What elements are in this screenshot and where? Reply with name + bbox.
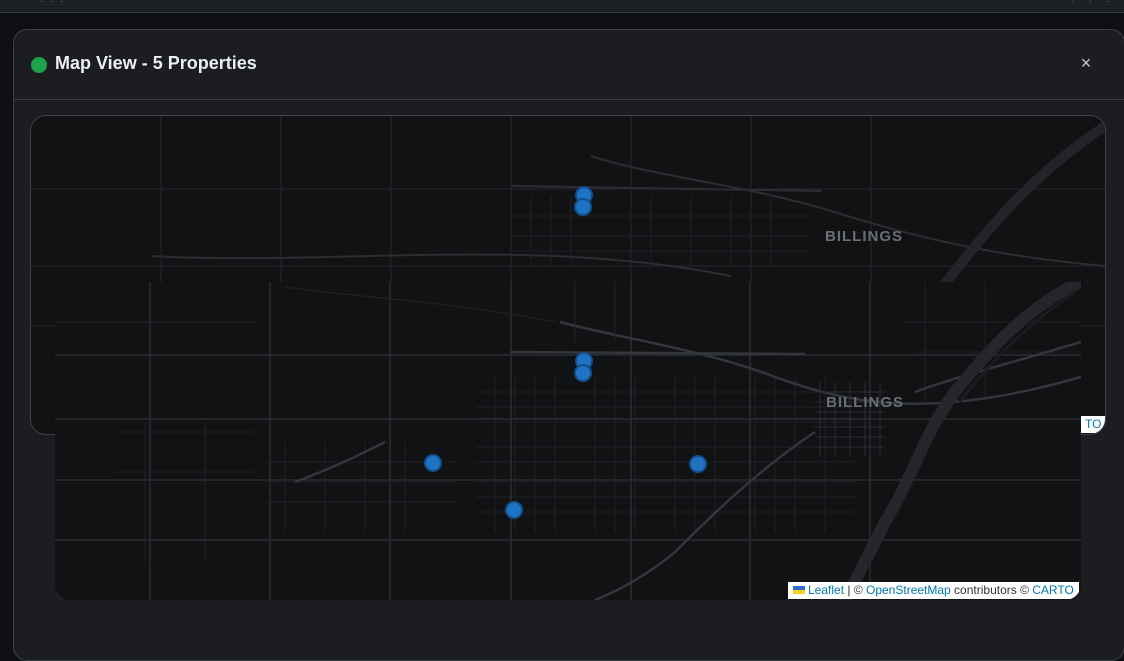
close-button[interactable]: × bbox=[1078, 52, 1094, 74]
property-marker[interactable] bbox=[574, 364, 592, 382]
browser-chrome: · · · · · · bbox=[0, 0, 1124, 13]
property-marker[interactable] bbox=[424, 454, 442, 472]
modal-title: Map View - 5 Properties bbox=[55, 53, 257, 73]
property-marker[interactable] bbox=[689, 455, 707, 473]
map-attribution: Leaflet | © OpenStreetMap contributors ©… bbox=[788, 582, 1079, 599]
status-dot-icon bbox=[31, 57, 47, 73]
openstreetmap-link[interactable]: OpenStreetMap bbox=[866, 583, 951, 597]
modal-header: Map View - 5 Properties × bbox=[14, 30, 1124, 100]
map-marker-ghost bbox=[574, 198, 592, 216]
attribution-contributors: contributors © bbox=[950, 583, 1033, 597]
leaflet-link[interactable]: Leaflet bbox=[808, 583, 844, 597]
attribution-separator: | © bbox=[844, 583, 866, 597]
ukraine-flag-icon bbox=[793, 586, 805, 594]
city-label-ghost: BILLINGS bbox=[825, 228, 903, 245]
city-label: BILLINGS bbox=[826, 394, 904, 411]
browser-controls-fragment: · · · bbox=[1070, 0, 1116, 7]
map-streets bbox=[55, 282, 1081, 600]
carto-link[interactable]: CARTO bbox=[1032, 583, 1074, 597]
property-marker[interactable] bbox=[505, 501, 523, 519]
attribution-fragment: TO bbox=[1081, 416, 1105, 433]
browser-address-fragment: · · · bbox=[40, 0, 66, 7]
carto-link-fragment[interactable]: TO bbox=[1085, 417, 1101, 431]
map-container[interactable]: BILLINGS Leaflet | © OpenStreetMap contr… bbox=[55, 282, 1081, 600]
